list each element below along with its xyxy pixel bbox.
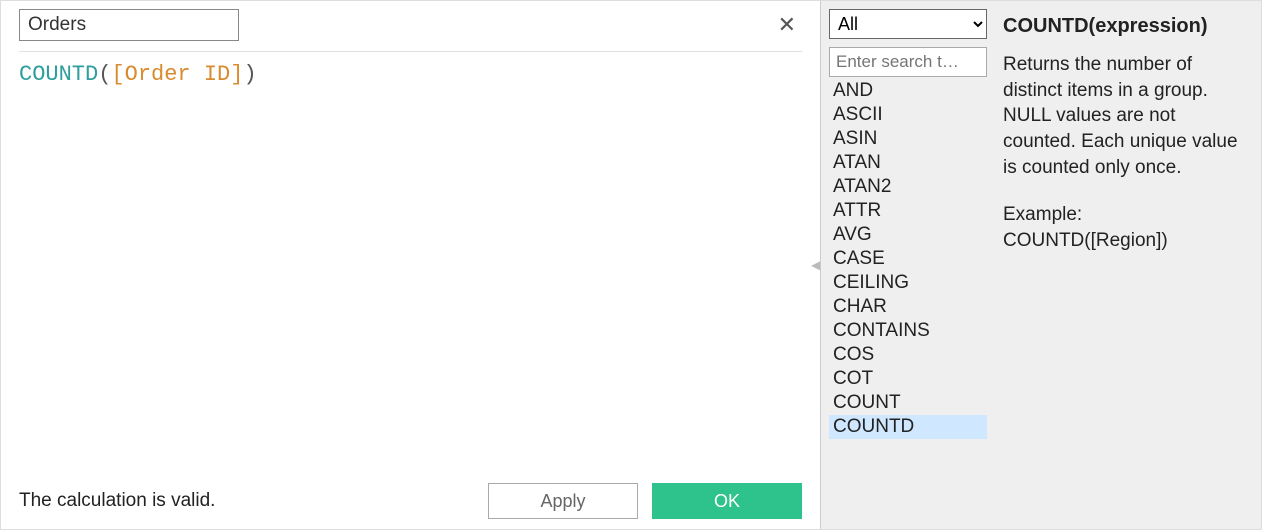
- function-list-container: ANDASCIIASINATANATAN2ATTRAVGCASECEILINGC…: [829, 79, 987, 521]
- function-item[interactable]: ATAN2: [829, 175, 987, 199]
- formula-function-token: COUNTD: [19, 62, 98, 87]
- formula-field-token: [Order ID]: [111, 62, 243, 87]
- dialog-buttons: Apply OK: [488, 483, 802, 519]
- doc-body: Returns the number of distinct items in …: [1003, 52, 1247, 253]
- function-list[interactable]: ANDASCIIASINATANATAN2ATTRAVGCASECEILINGC…: [829, 79, 987, 521]
- function-item[interactable]: AVG: [829, 223, 987, 247]
- function-item[interactable]: CASE: [829, 247, 987, 271]
- function-item[interactable]: ASIN: [829, 127, 987, 151]
- divider: [19, 51, 802, 52]
- validation-status: The calculation is valid.: [19, 490, 215, 512]
- doc-description: Returns the number of distinct items in …: [1003, 52, 1247, 180]
- function-doc-pane: COUNTD(expression) Returns the number of…: [993, 1, 1261, 529]
- editor-pane: ✕ COUNTD([Order ID]) The calculation is …: [1, 1, 821, 529]
- title-row: ✕: [19, 9, 802, 41]
- function-item[interactable]: COS: [829, 343, 987, 367]
- apply-button[interactable]: Apply: [488, 483, 638, 519]
- function-item[interactable]: COUNT: [829, 391, 987, 415]
- formula-editor[interactable]: COUNTD([Order ID]): [19, 60, 802, 475]
- doc-example: Example: COUNTD([Region]): [1003, 202, 1247, 253]
- function-category-select[interactable]: All: [829, 9, 987, 39]
- ok-button[interactable]: OK: [652, 483, 802, 519]
- calculation-name-input[interactable]: [19, 9, 239, 41]
- function-item[interactable]: ATTR: [829, 199, 987, 223]
- doc-example-label: Example:: [1003, 204, 1082, 225]
- doc-example-code: COUNTD([Region]): [1003, 230, 1168, 251]
- function-item[interactable]: COT: [829, 367, 987, 391]
- function-item[interactable]: ASCII: [829, 103, 987, 127]
- editor-footer: The calculation is valid. Apply OK: [19, 475, 802, 519]
- function-item[interactable]: ATAN: [829, 151, 987, 175]
- doc-heading: COUNTD(expression): [1003, 15, 1247, 38]
- function-picker-pane: ◂ All ANDASCIIASINATANATAN2ATTRAVGCASECE…: [821, 1, 993, 529]
- function-search-input[interactable]: [829, 47, 987, 77]
- calculated-field-dialog: ✕ COUNTD([Order ID]) The calculation is …: [0, 0, 1262, 530]
- function-item[interactable]: COUNTD: [829, 415, 987, 439]
- function-item[interactable]: CEILING: [829, 271, 987, 295]
- function-item[interactable]: CONTAINS: [829, 319, 987, 343]
- close-icon[interactable]: ✕: [772, 10, 802, 40]
- function-item[interactable]: CHAR: [829, 295, 987, 319]
- formula-open-paren: (: [98, 62, 111, 87]
- formula-close-paren: ): [243, 62, 256, 87]
- collapse-handle-icon[interactable]: ◂: [811, 255, 820, 276]
- function-item[interactable]: AND: [829, 79, 987, 103]
